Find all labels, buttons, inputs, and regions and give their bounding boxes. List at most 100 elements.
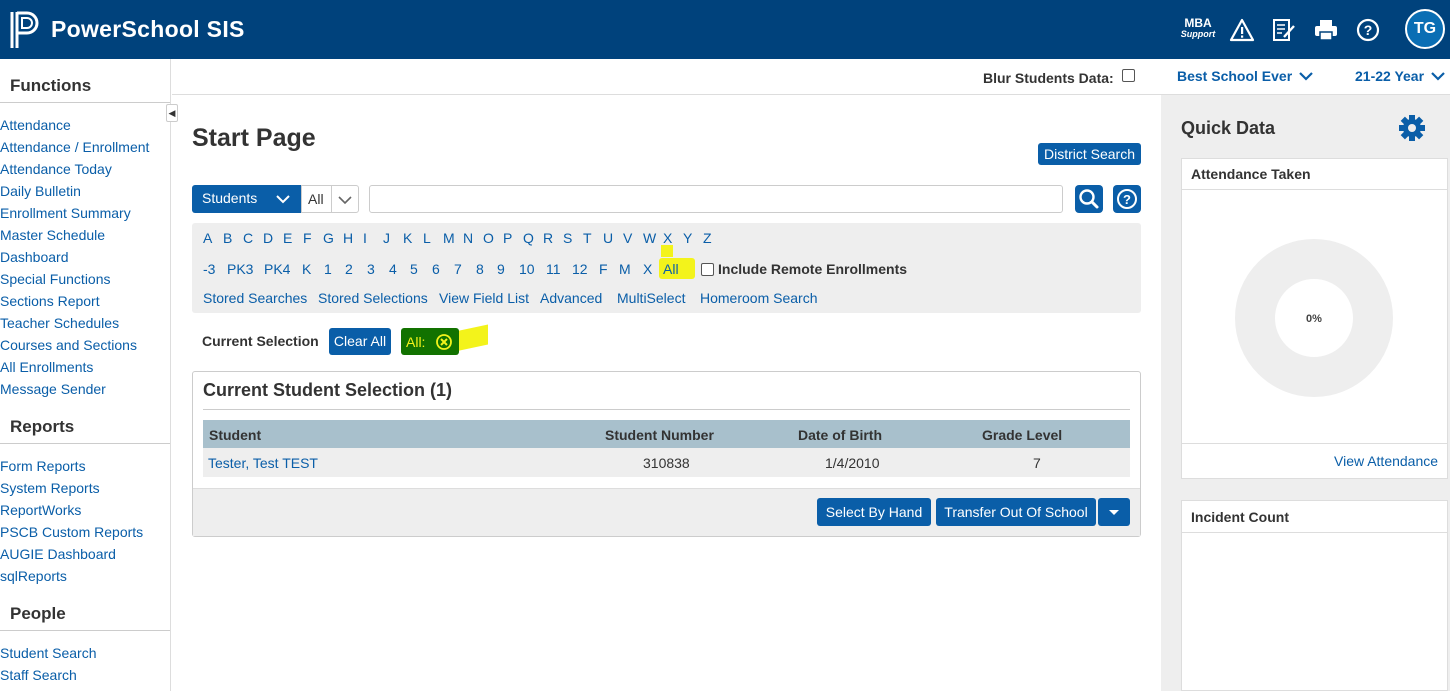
letter-link-i[interactable]: I [363,230,367,246]
letter-link-u[interactable]: U [603,230,613,246]
letter-link-b[interactable]: B [223,230,232,246]
user-avatar[interactable]: TG [1405,9,1445,49]
grade-link-8[interactable]: 8 [476,261,484,277]
letter-link-z[interactable]: Z [703,230,712,246]
blur-students-checkbox[interactable] [1122,69,1135,82]
grade-link-pk3[interactable]: PK3 [227,261,253,277]
close-icon[interactable] [435,333,453,351]
term-selector[interactable]: 21-22 Year [1355,68,1445,84]
sidebar-item-attendance[interactable]: Attendance [0,117,71,133]
filter-tag-all[interactable]: All: [401,328,459,355]
advanced-link[interactable]: Advanced [540,290,602,306]
sidebar-item-daily-bulletin[interactable]: Daily Bulletin [0,183,81,199]
grade-link-4[interactable]: 4 [389,261,397,277]
sidebar-item-staff-search[interactable]: Staff Search [0,667,77,683]
grade-link-11[interactable]: 11 [546,261,561,277]
column-header-student-number[interactable]: Student Number [605,427,714,443]
search-scope-select[interactable]: All [301,185,359,213]
sidebar-item-dashboard[interactable]: Dashboard [0,249,69,265]
sidebar-item-sqlreports[interactable]: sqlReports [0,568,67,584]
view-attendance-link[interactable]: View Attendance [1334,453,1438,469]
homeroom-search-link[interactable]: Homeroom Search [700,290,818,306]
sidebar-item-enrollment-summary[interactable]: Enrollment Summary [0,205,131,221]
student-name-link[interactable]: Tester, Test TEST [208,455,318,471]
sidebar-item-sections-report[interactable]: Sections Report [0,293,100,309]
grade-link-m[interactable]: M [619,261,631,277]
stored-searches-link[interactable]: Stored Searches [203,290,307,306]
search-type-select[interactable]: Students [192,185,301,213]
grade-link-1[interactable]: 1 [324,261,332,277]
letter-link-g[interactable]: G [323,230,334,246]
multiselect-link[interactable]: MultiSelect [617,290,685,306]
sidebar-item-attendance-today[interactable]: Attendance Today [0,161,112,177]
grade-link-x[interactable]: X [643,261,652,277]
grade-link-10[interactable]: 10 [519,261,535,277]
letter-link-j[interactable]: J [383,230,390,246]
letter-link-r[interactable]: R [543,230,553,246]
letter-link-v[interactable]: V [623,230,632,246]
letter-link-s[interactable]: S [563,230,572,246]
letter-link-a[interactable]: A [203,230,212,246]
collapse-sidebar-button[interactable]: ◀ [166,104,178,122]
grade-link-f[interactable]: F [599,261,608,277]
alert-icon[interactable] [1229,17,1255,43]
letter-link-n[interactable]: N [463,230,473,246]
clear-all-button[interactable]: Clear All [329,328,391,355]
letter-link-k[interactable]: K [403,230,412,246]
letter-link-c[interactable]: C [243,230,253,246]
grade-link-2[interactable]: 2 [345,261,353,277]
grade-link-12[interactable]: 12 [572,261,588,277]
sidebar-item-attendance-enrollment[interactable]: Attendance / Enrollment [0,139,149,155]
letter-link-q[interactable]: Q [523,230,534,246]
sidebar-item-courses-and-sections[interactable]: Courses and Sections [0,337,137,353]
sidebar-item-teacher-schedules[interactable]: Teacher Schedules [0,315,119,331]
search-input[interactable] [369,185,1063,213]
sidebar-item-message-sender[interactable]: Message Sender [0,381,106,397]
stored-selections-link[interactable]: Stored Selections [318,290,428,306]
sidebar-item-master-schedule[interactable]: Master Schedule [0,227,105,243]
help-icon[interactable]: ? [1355,17,1381,43]
grade-link-all[interactable]: All [663,261,679,277]
letter-link-d[interactable]: D [263,230,273,246]
transfer-out-button[interactable]: Transfer Out Of School [936,498,1096,526]
gear-icon[interactable] [1397,113,1427,143]
print-icon[interactable] [1313,17,1339,43]
grade-link-5[interactable]: 5 [410,261,418,277]
letter-link-o[interactable]: O [483,230,494,246]
letter-link-l[interactable]: L [423,230,431,246]
sidebar-item-system-reports[interactable]: System Reports [0,480,100,496]
sidebar-item-reportworks[interactable]: ReportWorks [0,502,81,518]
sidebar-item-all-enrollments[interactable]: All Enrollments [0,359,93,375]
sidebar-item-student-search[interactable]: Student Search [0,645,97,661]
letter-link-h[interactable]: H [343,230,353,246]
more-actions-dropdown[interactable] [1098,498,1130,526]
view-field-list-link[interactable]: View Field List [439,290,529,306]
letter-link-y[interactable]: Y [683,230,692,246]
search-help-button[interactable]: ? [1113,185,1141,213]
grade-link-6[interactable]: 6 [432,261,440,277]
grade-link-k[interactable]: K [302,261,311,277]
letter-link-p[interactable]: P [503,230,512,246]
include-remote-checkbox[interactable] [701,263,714,276]
grade-entry-icon[interactable] [1271,17,1297,43]
grade-link-7[interactable]: 7 [454,261,462,277]
sidebar-item-form-reports[interactable]: Form Reports [0,458,86,474]
district-search-button[interactable]: District Search [1038,143,1141,165]
column-header-date-of-birth[interactable]: Date of Birth [798,427,882,443]
letter-link-e[interactable]: E [283,230,292,246]
letter-link-w[interactable]: W [643,230,656,246]
search-button[interactable] [1075,185,1103,213]
grade-link-minus3[interactable]: -3 [203,261,215,277]
sidebar-item-special-functions[interactable]: Special Functions [0,271,111,287]
select-by-hand-button[interactable]: Select By Hand [817,498,931,526]
sidebar-item-augie-dashboard[interactable]: AUGIE Dashboard [0,546,116,562]
grade-link-3[interactable]: 3 [367,261,375,277]
letter-link-f[interactable]: F [303,230,312,246]
column-header-grade-level[interactable]: Grade Level [982,427,1062,443]
grade-link-9[interactable]: 9 [497,261,505,277]
grade-link-pk4[interactable]: PK4 [264,261,290,277]
letter-link-t[interactable]: T [583,230,592,246]
letter-link-m[interactable]: M [443,230,455,246]
school-selector[interactable]: Best School Ever [1177,68,1313,84]
sidebar-item-pscb-custom-reports[interactable]: PSCB Custom Reports [0,524,143,540]
